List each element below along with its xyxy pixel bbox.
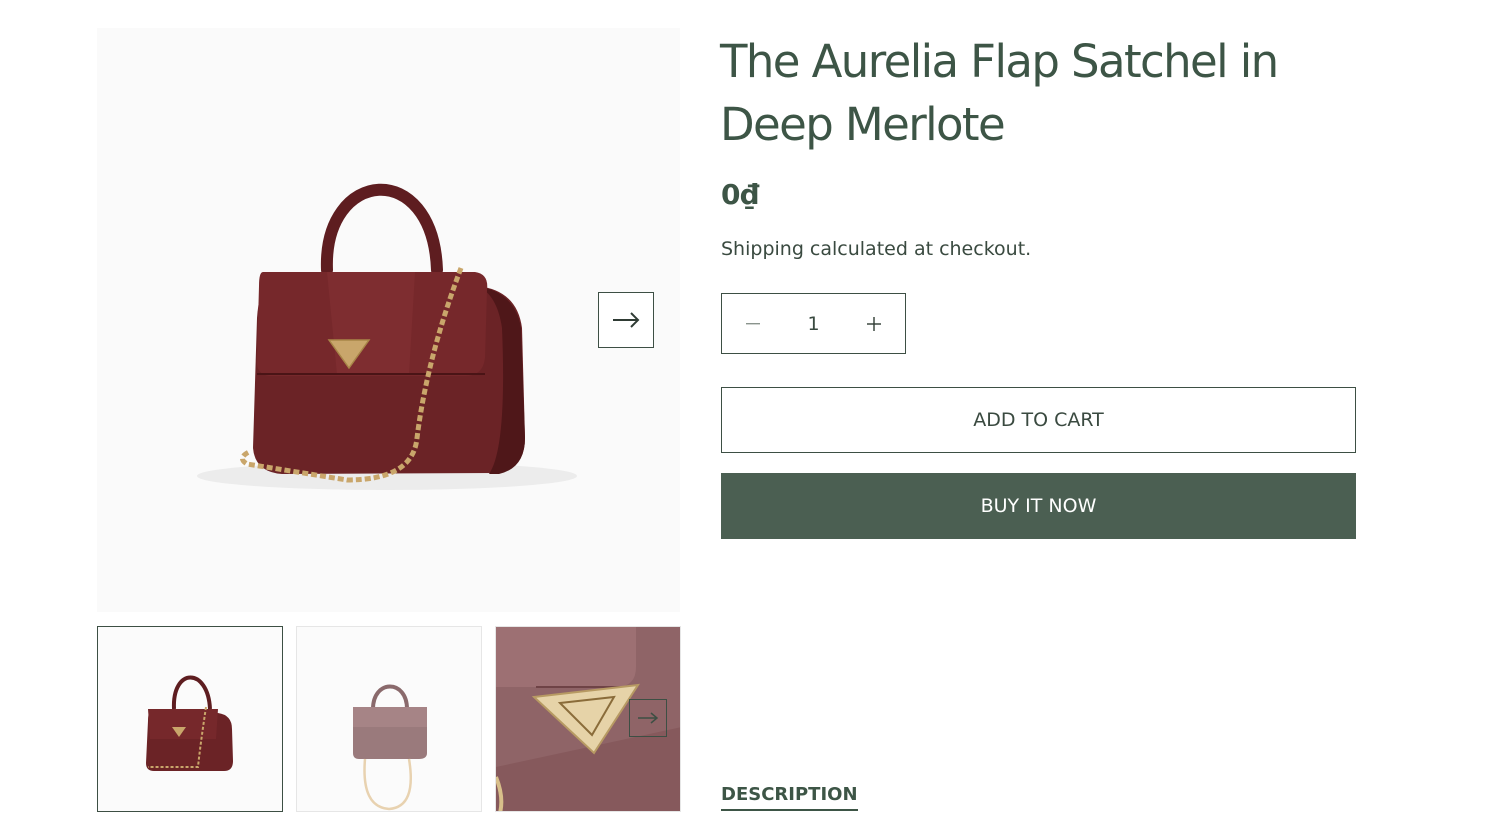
add-to-cart-button[interactable]: ADD TO CART <box>721 387 1356 453</box>
arrow-right-icon <box>613 312 640 328</box>
arrow-right-icon <box>638 712 659 724</box>
minus-icon <box>746 322 760 324</box>
quantity-increase-button[interactable] <box>843 294 905 353</box>
quantity-input[interactable]: 1 <box>784 313 843 335</box>
product-price: 0₫ <box>721 178 759 211</box>
plus-icon <box>867 316 881 331</box>
tab-description[interactable]: DESCRIPTION <box>721 784 858 811</box>
shipping-note: Shipping calculated at checkout. <box>721 238 1032 260</box>
thumbnail-next-button[interactable] <box>629 699 667 737</box>
handbag-image <box>197 183 577 490</box>
product-page: The Aurelia Flap Satchel in Deep Merlote… <box>0 0 1492 839</box>
product-title: The Aurelia Flap Satchel in Deep Merlote <box>720 35 1279 151</box>
buy-now-button[interactable]: BUY IT NOW <box>721 473 1356 539</box>
quantity-stepper: 1 <box>721 293 906 354</box>
thumbnail-back[interactable] <box>296 626 482 812</box>
thumbnail-front-image <box>146 675 233 771</box>
main-product-image <box>97 28 680 612</box>
thumbnail-front[interactable] <box>97 626 283 812</box>
thumbnail-back-image <box>353 684 427 811</box>
next-image-button[interactable] <box>598 292 654 348</box>
quantity-decrease-button[interactable] <box>722 294 784 353</box>
